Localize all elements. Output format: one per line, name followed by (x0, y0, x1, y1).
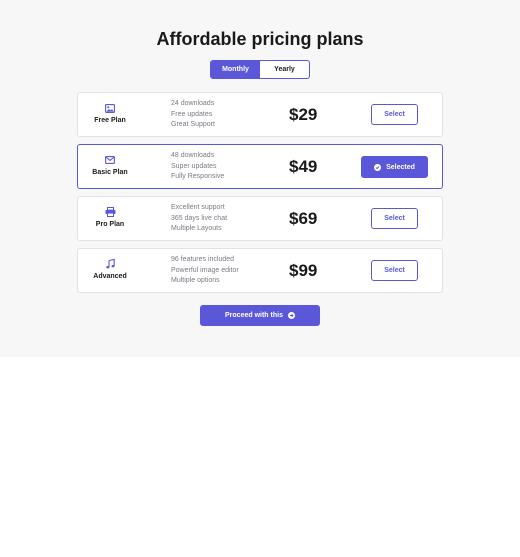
plan-card-free[interactable]: Free Plan 24 downloads Free updates Grea… (77, 92, 443, 137)
proceed-button[interactable]: Proceed with this (200, 305, 320, 326)
plan-card-advanced[interactable]: Advanced 96 features included Powerful i… (77, 248, 443, 293)
feature-item: Powerful image editor (171, 266, 239, 274)
plan-name: Free Plan (94, 117, 126, 124)
feature-item: Multiple Layouts (171, 225, 222, 232)
plan-features: Excellent support 365 days live chat Mul… (171, 203, 227, 235)
feature-item: Multiple options (171, 277, 220, 284)
feature-item: Fully Responsive (171, 173, 225, 180)
plan-price: $99 (289, 261, 318, 280)
arrow-right-circle-icon (287, 312, 295, 319)
billing-toggle: Monthly Yearly (210, 60, 310, 79)
plan-price: $29 (289, 105, 318, 124)
printer-icon (103, 206, 117, 218)
feature-item: 96 features included (171, 256, 235, 263)
feature-item: Super updates (171, 162, 217, 170)
feature-item: Great Support (171, 121, 215, 128)
envelope-icon (103, 154, 117, 166)
page-title: Affordable pricing plans (156, 29, 364, 49)
pricing-panel: Affordable pricing plans Monthly Yearly … (0, 0, 520, 357)
toggle-monthly[interactable]: Monthly (211, 61, 260, 78)
plan-features: 24 downloads Free updates Great Support (171, 99, 215, 131)
music-note-icon (103, 258, 117, 270)
plan-features: 48 downloads Super updates Fully Respons… (171, 151, 224, 183)
proceed-button-label: Proceed with this (225, 312, 283, 319)
select-button[interactable]: Select (371, 260, 418, 281)
plan-name: Basic Plan (92, 169, 128, 176)
feature-item: Excellent support (171, 204, 225, 211)
check-circle-icon (374, 163, 382, 171)
selected-button[interactable]: Selected (361, 156, 428, 178)
select-button[interactable]: Select (371, 208, 418, 229)
image-icon (103, 102, 117, 114)
plan-price: $49 (289, 157, 318, 176)
feature-item: 365 days live chat (171, 214, 228, 222)
feature-item: Free updates (171, 110, 213, 118)
plan-features: 96 features included Powerful image edit… (171, 255, 239, 287)
plan-name: Pro Plan (95, 221, 125, 228)
plan-card-basic[interactable]: Basic Plan 48 downloads Super updates Fu… (77, 144, 443, 189)
toggle-yearly[interactable]: Yearly (260, 61, 309, 78)
plan-price: $69 (289, 209, 318, 228)
feature-item: 48 downloads (171, 152, 215, 159)
plan-name: Advanced (93, 273, 127, 280)
select-button[interactable]: Select (371, 104, 418, 125)
plan-card-pro[interactable]: Pro Plan Excellent support 365 days live… (77, 196, 443, 241)
feature-item: 24 downloads (171, 100, 215, 107)
selected-button-label: Selected (386, 163, 415, 171)
